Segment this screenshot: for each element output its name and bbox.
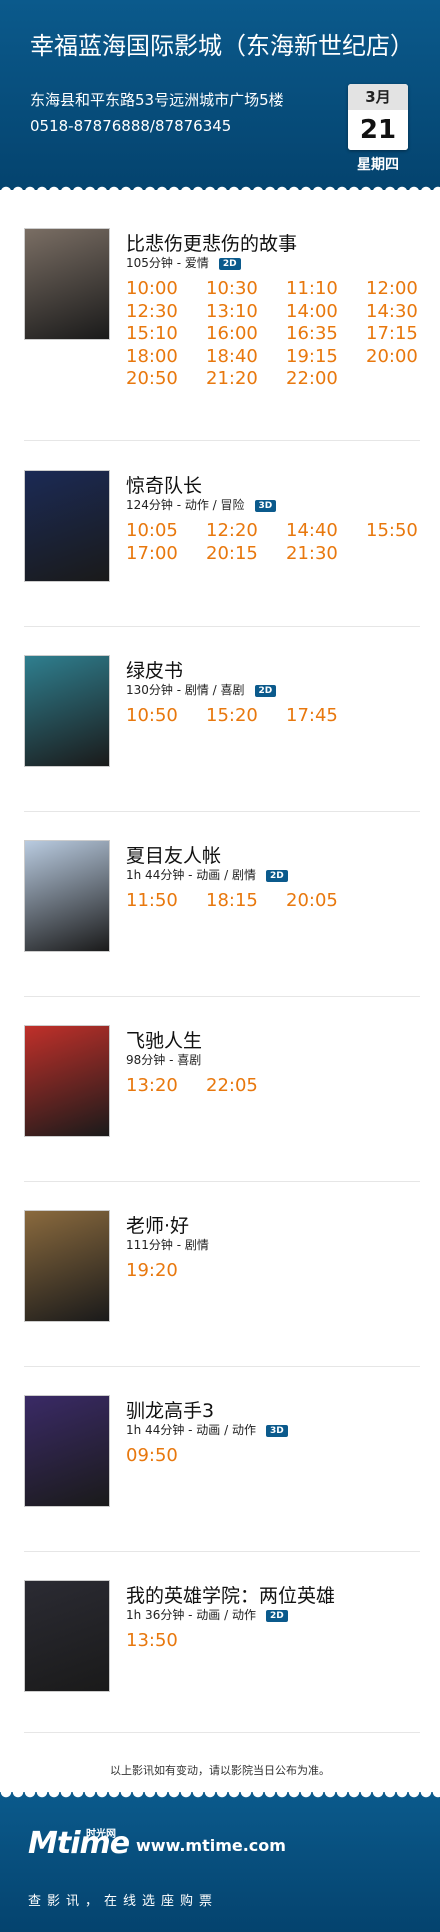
showtime[interactable]: 11:50 bbox=[126, 890, 178, 911]
movie-item[interactable]: 飞驰人生 98分钟 - 喜剧 13:20 22:05 bbox=[24, 1025, 420, 1182]
showtime[interactable]: 19:20 bbox=[126, 1260, 178, 1281]
showtime[interactable]: 15:50 bbox=[366, 520, 418, 541]
showtime[interactable]: 13:10 bbox=[206, 301, 258, 322]
movie-item[interactable]: 比悲伤更悲伤的故事 105分钟 - 爱情 2D 10:00 10:30 11:10 12:0… bbox=[24, 228, 420, 441]
showtime[interactable]: 16:00 bbox=[206, 323, 258, 344]
showtime[interactable]: 12:30 bbox=[126, 301, 178, 322]
movie-duration-genre: 124分钟 - 动作 / 冒险 bbox=[126, 498, 245, 512]
movie-duration-genre: 111分钟 - 剧情 bbox=[126, 1238, 209, 1252]
showtime[interactable]: 10:50 bbox=[126, 705, 178, 726]
cinema-address: 东海县和平东路53号远洲城市广场5楼 bbox=[30, 91, 284, 109]
mtime-logo-cn: 时光网 bbox=[86, 1829, 116, 1840]
showtime[interactable]: 20:05 bbox=[286, 890, 338, 911]
movie-title[interactable]: 比悲伤更悲伤的故事 bbox=[126, 229, 297, 256]
showtime[interactable]: 20:15 bbox=[206, 543, 258, 564]
showtime[interactable]: 12:00 bbox=[366, 278, 418, 299]
movie-poster[interactable] bbox=[24, 470, 110, 582]
format-badge: 2D bbox=[254, 685, 277, 697]
showtime[interactable]: 14:30 bbox=[366, 301, 418, 322]
showtime[interactable]: 17:15 bbox=[366, 323, 418, 344]
movie-meta: 1h 36分钟 - 动画 / 动作 2D bbox=[126, 1606, 288, 1623]
showtime[interactable]: 13:50 bbox=[126, 1630, 178, 1651]
showtime[interactable]: 13:20 bbox=[126, 1075, 178, 1096]
movie-item[interactable]: 绿皮书 130分钟 - 剧情 / 喜剧 2D 10:50 15:20 17:45 bbox=[24, 655, 420, 812]
movie-title[interactable]: 夏目友人帐 bbox=[126, 841, 221, 868]
movie-item[interactable]: 驯龙高手3 1h 44分钟 - 动画 / 动作 3D 09:50 bbox=[24, 1395, 420, 1552]
schedule-notice: 以上影讯如有变动，请以影院当日公布为准。 bbox=[110, 1764, 330, 1777]
movie-poster[interactable] bbox=[24, 1025, 110, 1137]
showtime[interactable]: 15:20 bbox=[206, 705, 258, 726]
showtime[interactable]: 11:10 bbox=[286, 278, 338, 299]
movie-title[interactable]: 老师·好 bbox=[126, 1211, 189, 1238]
footer-slogan: 查影讯，在线选座购票 bbox=[28, 1894, 219, 1909]
showtime[interactable]: 19:15 bbox=[286, 346, 338, 367]
showtime[interactable]: 10:30 bbox=[206, 278, 258, 299]
movie-duration-genre: 105分钟 - 爱情 bbox=[126, 256, 209, 270]
showtime[interactable]: 10:05 bbox=[126, 520, 178, 541]
date-day: 21 bbox=[348, 110, 408, 150]
movie-item[interactable]: 夏目友人帐 1h 44分钟 - 动画 / 剧情 2D 11:50 18:15 20:05 bbox=[24, 840, 420, 997]
movie-item[interactable]: 惊奇队长 124分钟 - 动作 / 冒险 3D 10:05 12:20 14:40 15:5… bbox=[24, 470, 420, 627]
showtime[interactable]: 22:00 bbox=[286, 368, 338, 389]
showtime[interactable]: 12:20 bbox=[206, 520, 258, 541]
showtime[interactable]: 09:50 bbox=[126, 1445, 178, 1466]
movie-duration-genre: 1h 36分钟 - 动画 / 动作 bbox=[126, 1608, 256, 1622]
movie-duration-genre: 98分钟 - 喜剧 bbox=[126, 1053, 202, 1067]
format-badge: 2D bbox=[218, 258, 241, 270]
movie-duration-genre: 130分钟 - 剧情 / 喜剧 bbox=[126, 683, 245, 697]
movie-poster[interactable] bbox=[24, 1395, 110, 1507]
cinema-header: 幸福蓝海国际影城（东海新世纪店） 东海县和平东路53号远洲城市广场5楼 0518… bbox=[0, 0, 440, 190]
showtime[interactable]: 21:30 bbox=[286, 543, 338, 564]
showtime[interactable]: 14:40 bbox=[286, 520, 338, 541]
showtime[interactable]: 14:00 bbox=[286, 301, 338, 322]
showtime[interactable]: 16:35 bbox=[286, 323, 338, 344]
format-badge: 2D bbox=[265, 870, 288, 882]
movie-poster[interactable] bbox=[24, 840, 110, 952]
movie-title[interactable]: 驯龙高手3 bbox=[126, 1396, 214, 1423]
format-badge: 2D bbox=[265, 1610, 288, 1622]
mtime-website-link[interactable]: www.mtime.com bbox=[136, 1836, 286, 1855]
movie-meta: 124分钟 - 动作 / 冒险 3D bbox=[126, 496, 277, 513]
format-badge: 3D bbox=[265, 1425, 288, 1437]
showtime[interactable]: 20:00 bbox=[366, 346, 418, 367]
movie-duration-genre: 1h 44分钟 - 动画 / 剧情 bbox=[126, 868, 256, 882]
movie-item[interactable]: 我的英雄学院：两位英雄 1h 36分钟 - 动画 / 动作 2D 13:50 bbox=[24, 1580, 420, 1733]
cinema-phone: 0518-87876888/87876345 bbox=[30, 117, 232, 135]
showtime[interactable]: 15:10 bbox=[126, 323, 178, 344]
showtime[interactable]: 10:00 bbox=[126, 278, 178, 299]
format-badge: 3D bbox=[254, 500, 277, 512]
showtime[interactable]: 20:50 bbox=[126, 368, 178, 389]
movie-duration-genre: 1h 44分钟 - 动画 / 动作 bbox=[126, 1423, 256, 1437]
movie-poster[interactable] bbox=[24, 1580, 110, 1692]
movie-title[interactable]: 飞驰人生 bbox=[126, 1026, 202, 1053]
showtime[interactable]: 18:15 bbox=[206, 890, 258, 911]
movie-meta: 98分钟 - 喜剧 bbox=[126, 1051, 201, 1068]
movie-meta: 1h 44分钟 - 动画 / 动作 3D bbox=[126, 1421, 288, 1438]
ticket-edge-decoration bbox=[0, 1786, 440, 1798]
showtime[interactable]: 22:05 bbox=[206, 1075, 258, 1096]
movie-poster[interactable] bbox=[24, 1210, 110, 1322]
movie-title[interactable]: 我的英雄学院：两位英雄 bbox=[126, 1581, 335, 1608]
movie-meta: 111分钟 - 剧情 bbox=[126, 1236, 209, 1253]
movie-meta: 130分钟 - 剧情 / 喜剧 2D bbox=[126, 681, 277, 698]
movie-title[interactable]: 惊奇队长 bbox=[126, 471, 202, 498]
cinema-name: 幸福蓝海国际影城（东海新世纪店） bbox=[30, 32, 414, 60]
date-month: 3月 bbox=[348, 84, 408, 110]
showtime[interactable]: 21:20 bbox=[206, 368, 258, 389]
showtime[interactable]: 17:45 bbox=[286, 705, 338, 726]
movie-meta: 1h 44分钟 - 动画 / 剧情 2D bbox=[126, 866, 288, 883]
date-card: 3月 21 bbox=[348, 84, 408, 150]
showtime[interactable]: 18:00 bbox=[126, 346, 178, 367]
ticket-edge-decoration bbox=[0, 186, 440, 198]
mtime-footer: Mtime 时光网 www.mtime.com 查影讯，在线选座购票 bbox=[0, 1786, 440, 1932]
movie-meta: 105分钟 - 爱情 2D bbox=[126, 254, 241, 271]
movie-title[interactable]: 绿皮书 bbox=[126, 656, 183, 683]
showtime[interactable]: 17:00 bbox=[126, 543, 178, 564]
movie-poster[interactable] bbox=[24, 655, 110, 767]
date-weekday: 星期四 bbox=[357, 157, 399, 173]
movie-item[interactable]: 老师·好 111分钟 - 剧情 19:20 bbox=[24, 1210, 420, 1367]
movie-poster[interactable] bbox=[24, 228, 110, 340]
showtime[interactable]: 18:40 bbox=[206, 346, 258, 367]
